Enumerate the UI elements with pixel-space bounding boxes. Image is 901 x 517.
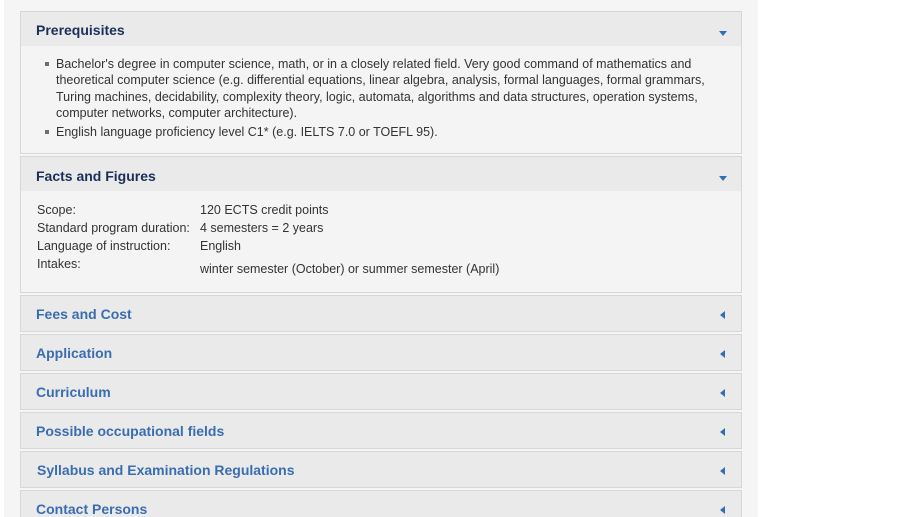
- section-title: Curriculum: [36, 384, 111, 400]
- section-occupational-fields[interactable]: Possible occupational fields: [20, 412, 742, 449]
- chevron-left-icon[interactable]: [720, 506, 725, 514]
- list-item: English language proficiency level C1* (…: [56, 125, 438, 139]
- section-title: Facts and Figures: [36, 168, 156, 184]
- section-header-fees[interactable]: Fees and Cost: [21, 296, 741, 331]
- fact-value: 4 semesters = 2 years: [200, 221, 324, 235]
- section-header-occupational[interactable]: Possible occupational fields: [21, 413, 741, 448]
- fact-value: winter semester (October) or summer seme…: [200, 262, 500, 276]
- chevron-down-icon[interactable]: [719, 31, 727, 36]
- section-header-application[interactable]: Application: [21, 335, 741, 370]
- accordion-panel: Prerequisites Bachelor's degree in compu…: [4, 0, 758, 517]
- section-syllabus[interactable]: Syllabus and Examination Regulations: [20, 451, 742, 488]
- section-header-facts[interactable]: Facts and Figures: [21, 157, 741, 191]
- section-header-curriculum[interactable]: Curriculum: [21, 374, 741, 409]
- bullet-icon: [45, 130, 49, 134]
- section-title: Syllabus and Examination Regulations: [37, 462, 295, 478]
- fact-label: Language of instruction:: [37, 239, 171, 253]
- section-header-syllabus[interactable]: Syllabus and Examination Regulations: [21, 452, 741, 487]
- fact-value: English: [200, 239, 241, 253]
- section-facts-and-figures: Facts and Figures Scope: 120 ECTS credit…: [20, 156, 742, 293]
- section-title: Application: [36, 345, 113, 361]
- list-item: Bachelor's degree in computer science, m…: [56, 57, 705, 121]
- chevron-down-icon[interactable]: [719, 176, 727, 181]
- chevron-left-icon[interactable]: [720, 311, 725, 319]
- section-title: Prerequisites: [36, 22, 125, 38]
- chevron-left-icon[interactable]: [720, 467, 725, 475]
- section-title: Contact Persons: [36, 501, 148, 517]
- section-prerequisites: Prerequisites Bachelor's degree in compu…: [20, 11, 742, 154]
- section-header-contact[interactable]: Contact Persons: [21, 491, 741, 517]
- section-title: Fees and Cost: [36, 306, 132, 322]
- fact-label: Intakes:: [37, 257, 81, 271]
- section-header-prerequisites[interactable]: Prerequisites: [21, 12, 741, 46]
- fact-label: Standard program duration:: [37, 221, 190, 235]
- section-curriculum[interactable]: Curriculum: [20, 373, 742, 410]
- fact-value: 120 ECTS credit points: [200, 203, 329, 217]
- fact-label: Scope:: [37, 203, 76, 217]
- bullet-icon: [45, 62, 49, 66]
- chevron-left-icon[interactable]: [720, 428, 725, 436]
- section-fees-and-cost[interactable]: Fees and Cost: [20, 295, 742, 332]
- chevron-left-icon[interactable]: [720, 350, 725, 358]
- section-application[interactable]: Application: [20, 334, 742, 371]
- chevron-left-icon[interactable]: [720, 389, 725, 397]
- section-contact-persons[interactable]: Contact Persons: [20, 490, 742, 517]
- section-title: Possible occupational fields: [36, 423, 225, 439]
